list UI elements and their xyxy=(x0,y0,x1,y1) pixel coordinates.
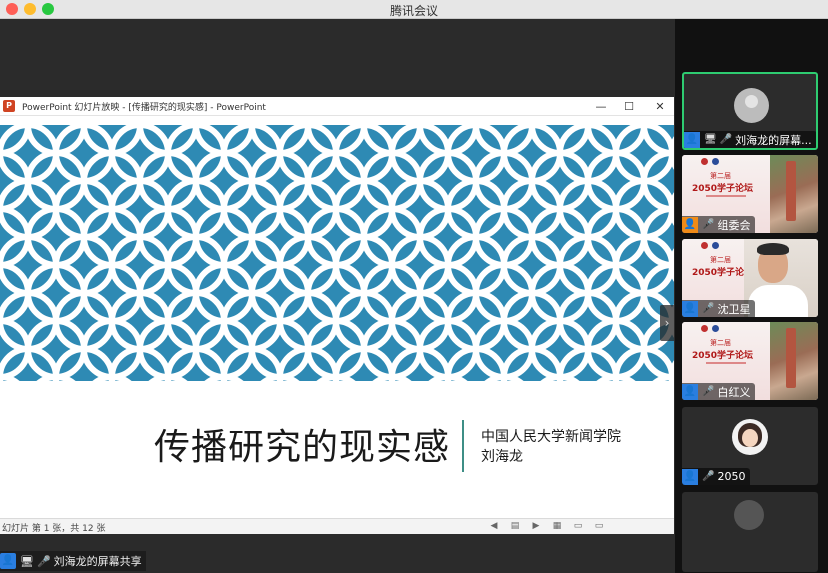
mic-muted-icon: 🎤 xyxy=(702,471,715,482)
participant-label: 👤 🖥 🎤 刘海龙的屏幕... xyxy=(684,131,816,148)
powerpoint-titlebar: P PowerPoint 幻灯片放映 - [传播研究的现实感] - PowerP… xyxy=(0,97,674,116)
participant-label: 👤 🎤 沈卫星 xyxy=(682,300,756,317)
powerpoint-window: P PowerPoint 幻灯片放映 - [传播研究的现实感] - PowerP… xyxy=(0,97,674,534)
poster-subtitle: 第二届 xyxy=(710,339,731,347)
avatar-face xyxy=(742,429,758,447)
window-titlebar: 腾讯会议 xyxy=(0,0,828,19)
next-icon[interactable]: ▶ xyxy=(530,521,542,532)
mic-muted-icon: 🎤 xyxy=(702,219,715,230)
poster-rule xyxy=(706,195,746,197)
window-title: 腾讯会议 xyxy=(389,4,438,18)
user-icon: 👤 xyxy=(684,131,700,148)
grid-view-icon[interactable]: ▦ xyxy=(551,521,563,532)
participant-tile[interactable]: 第二届 2050学子论坛 👤 🎤 沈卫星 xyxy=(682,239,818,317)
slideshow-view-icon[interactable]: ▭ xyxy=(593,521,605,532)
screen-share-icon: 🖥 xyxy=(704,134,717,145)
tencent-meeting-app: 腾讯会议 P PowerPoint 幻灯片放映 - [传播研究的现实感] - P… xyxy=(0,0,828,573)
next-slide-arrow[interactable]: › xyxy=(660,305,674,341)
ppt-minimize-button[interactable]: — xyxy=(586,98,616,115)
mic-muted-icon: 🎤 xyxy=(702,386,715,397)
slide: › 传播研究的现实感 中国人民大学新闻学院 刘海龙 xyxy=(0,125,674,517)
participant-label: 👤 🎤 组委会 xyxy=(682,216,756,233)
poster-subtitle: 第二届 xyxy=(710,172,731,180)
user-icon: 👤 xyxy=(0,553,16,569)
powerpoint-icon: P xyxy=(3,100,15,112)
participant-name: 沈卫星 xyxy=(717,302,751,316)
powerpoint-title: PowerPoint 幻灯片放映 - [传播研究的现实感] - PowerPoi… xyxy=(22,103,266,113)
participant-tile[interactable]: 👤 🖥 🎤 刘海龙的屏幕... xyxy=(682,72,818,150)
reading-view-icon[interactable]: ▭ xyxy=(572,521,584,532)
poster-rule xyxy=(706,362,746,364)
mic-icon: 🎤 xyxy=(719,134,733,145)
slide-author: 刘海龙 xyxy=(481,449,523,465)
circle-lattice-pattern xyxy=(0,125,674,381)
share-owner-label: 刘海龙的屏幕共享 xyxy=(53,555,142,568)
school-logo-icon xyxy=(712,325,719,332)
mic-muted-icon: 🎤 xyxy=(702,303,715,314)
ppt-close-button[interactable]: ✕ xyxy=(645,98,675,115)
screen-share-icon: 🖥 xyxy=(20,554,34,568)
university-logo-icon xyxy=(701,158,708,165)
university-logo-icon xyxy=(701,325,708,332)
previous-icon[interactable]: ◀ xyxy=(488,521,500,532)
participant-name: 白红义 xyxy=(717,385,751,399)
avatar xyxy=(732,419,768,455)
user-icon: 👤 xyxy=(682,383,698,400)
user-icon: 👤 xyxy=(682,300,698,317)
shared-screen-area: P PowerPoint 幻灯片放映 - [传播研究的现实感] - PowerP… xyxy=(0,19,675,573)
university-logo-icon xyxy=(701,242,708,249)
participant-tile[interactable] xyxy=(682,492,818,572)
screen-share-label: 👤 🖥 🎤 刘海龙的屏幕共享 xyxy=(0,551,146,571)
avatar xyxy=(734,88,769,123)
poster-title: 2050学子论坛 xyxy=(692,184,754,194)
participant-name: 刘海龙的屏幕... xyxy=(735,133,812,147)
participant-tile[interactable]: 第二届 2050学子论坛 👤 🎤 白红义 xyxy=(682,322,818,400)
participant-video xyxy=(744,239,818,317)
participant-name: 2050 xyxy=(717,470,746,483)
school-logo-icon xyxy=(712,158,719,165)
notes-icon[interactable]: ▤ xyxy=(509,521,521,532)
school-logo-icon xyxy=(712,242,719,249)
participant-label: 👤 🎤 2050 xyxy=(682,468,751,485)
participant-name: 组委会 xyxy=(717,218,751,232)
host-icon: 👤 xyxy=(682,216,698,233)
participant-tile[interactable]: 👤 🎤 2050 xyxy=(682,407,818,485)
person-hair xyxy=(757,243,789,255)
poster-subtitle: 第二届 xyxy=(710,256,731,264)
status-controls: ◀ ▤ ▶ ▦ ▭ ▭ xyxy=(488,521,605,532)
participant-label: 👤 🎤 白红义 xyxy=(682,383,756,400)
avatar xyxy=(734,500,764,530)
powerpoint-status-bar: 幻灯片 第 1 张，共 12 张 ◀ ▤ ▶ ▦ ▭ ▭ xyxy=(0,518,674,534)
user-icon: 👤 xyxy=(682,468,698,485)
slide-pattern-banner xyxy=(0,125,674,381)
slide-counter: 幻灯片 第 1 张，共 12 张 xyxy=(2,524,106,534)
slide-organization: 中国人民大学新闻学院 xyxy=(481,429,621,445)
poster-photo xyxy=(770,322,818,400)
person-shirt xyxy=(748,285,808,317)
slide-divider xyxy=(462,420,464,472)
poster-title: 2050学子论坛 xyxy=(692,351,754,361)
slide-title: 传播研究的现实感 xyxy=(154,427,451,468)
participant-tile[interactable]: 第二届 2050学子论坛 👤 🎤 组委会 xyxy=(682,155,818,233)
mic-icon: 🎤 xyxy=(36,554,51,568)
ppt-maximize-button[interactable]: ☐ xyxy=(614,98,644,115)
poster-photo xyxy=(770,155,818,233)
